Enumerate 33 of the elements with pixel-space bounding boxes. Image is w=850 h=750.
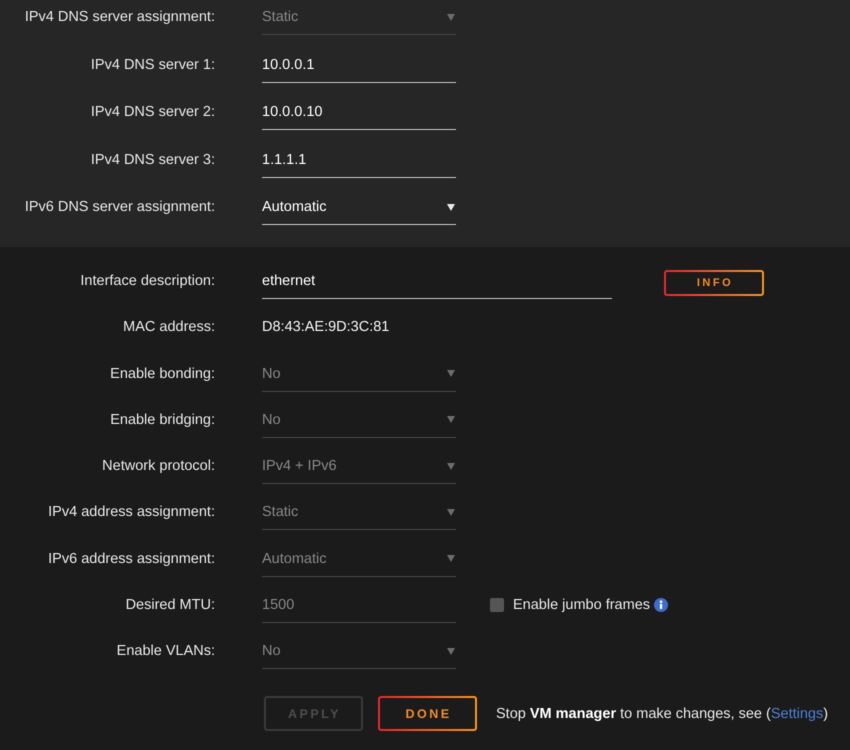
field-label: Interface description: bbox=[79, 272, 215, 291]
caret-icon bbox=[447, 204, 455, 210]
caret-icon bbox=[447, 555, 455, 562]
info-button[interactable]: INFO bbox=[664, 270, 764, 296]
caret-icon bbox=[447, 416, 455, 424]
field-label: IPv6 DNS server assignment: bbox=[24, 198, 215, 217]
caret-icon bbox=[447, 370, 455, 377]
input-field[interactable]: 10.0.0.1 bbox=[262, 48, 456, 82]
field-label: IPv4 DNS server 3: bbox=[90, 150, 215, 170]
info-icon[interactable] bbox=[654, 598, 668, 612]
field-label: IPv4 DNS server 1: bbox=[90, 56, 215, 74]
caret-icon bbox=[447, 508, 455, 516]
input-field[interactable]: 10.0.0.10 bbox=[262, 95, 456, 130]
field-label: MAC address: bbox=[122, 318, 215, 338]
caret-icon bbox=[447, 14, 455, 20]
field-label: IPv4 DNS server 2: bbox=[90, 103, 215, 122]
field-label: Network protocol: bbox=[101, 457, 215, 476]
input-field[interactable]: 1.1.1.1 bbox=[262, 142, 456, 178]
settings-link[interactable]: Settings bbox=[770, 706, 824, 722]
caret-icon bbox=[447, 462, 455, 470]
field-label: IPv4 DNS server assignment: bbox=[24, 8, 215, 27]
caret-icon bbox=[447, 648, 455, 654]
field-label: Desired MTU: bbox=[124, 596, 215, 615]
status-message: Stop VM manager to make changes, see (Settings) bbox=[496, 706, 828, 722]
input-field[interactable]: ethernet bbox=[262, 264, 612, 299]
field-label: Enable VLANs: bbox=[116, 642, 215, 661]
field-label: IPv4 address assignment: bbox=[47, 503, 215, 522]
field-value: D8:43:AE:9D:3C:81 bbox=[262, 318, 390, 338]
field-label: Enable bonding: bbox=[109, 364, 215, 384]
field-label: IPv6 address assignment: bbox=[47, 550, 215, 568]
action-button[interactable]: DONE bbox=[378, 696, 477, 731]
field-label: Enable bridging: bbox=[109, 410, 215, 430]
dropdown-field[interactable]: Automatic bbox=[262, 190, 456, 225]
